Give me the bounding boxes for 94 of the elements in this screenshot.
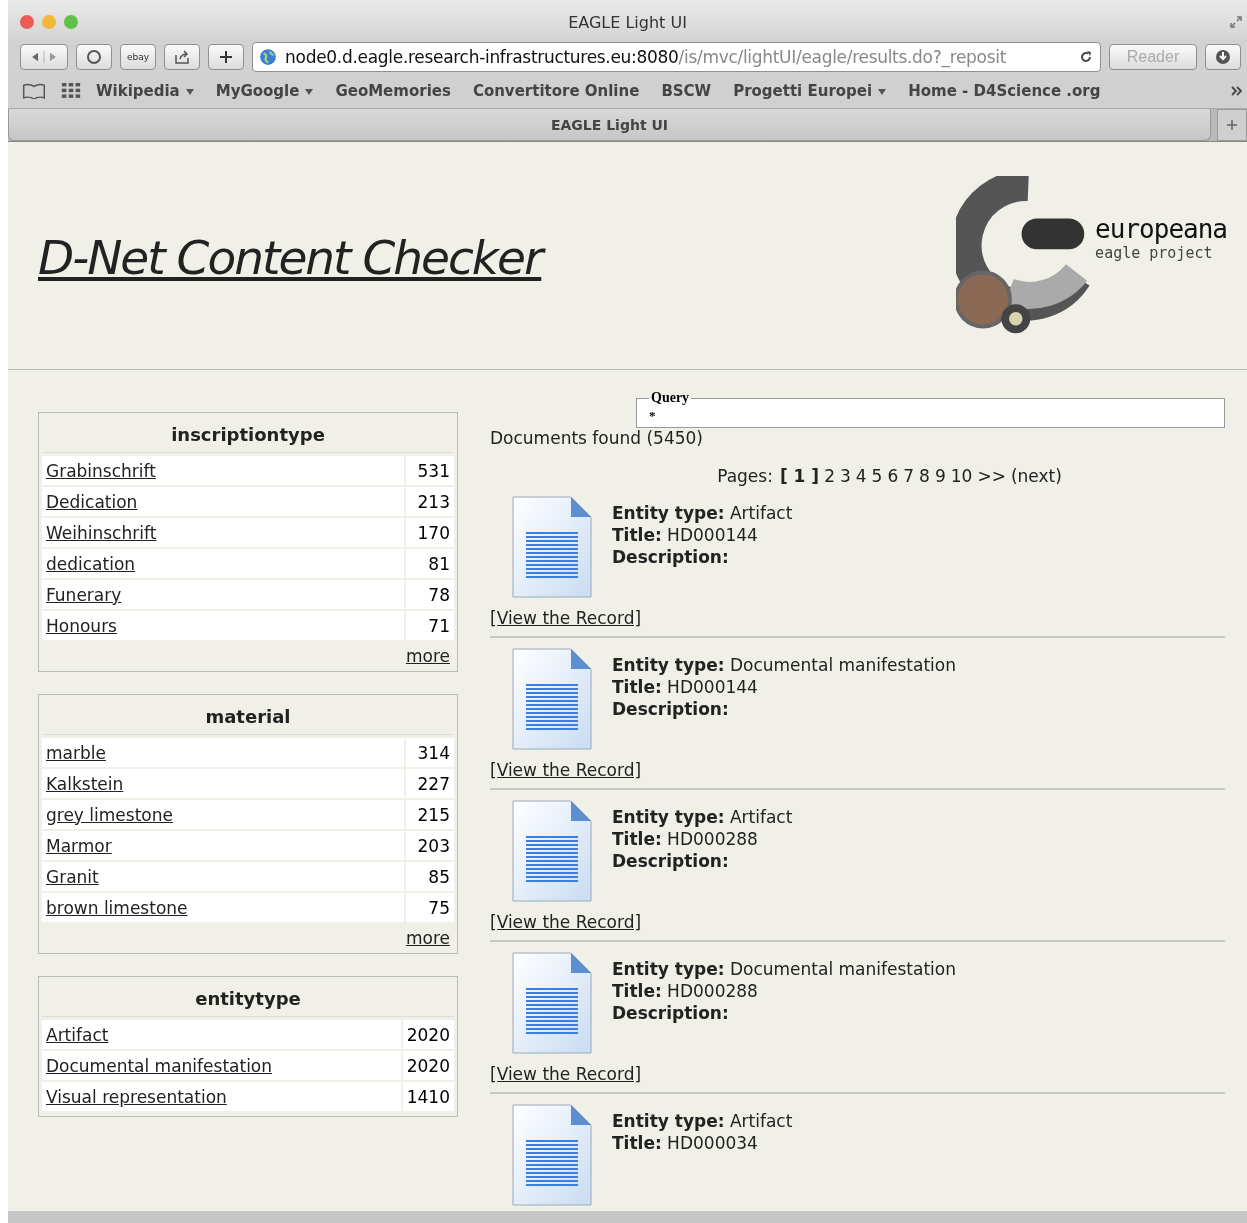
record-field: Entity type: Documental manifestation	[612, 958, 956, 980]
page-link[interactable]: 5	[871, 466, 883, 486]
record-field: Description:	[612, 1002, 956, 1024]
record-field: Entity type: Artifact	[612, 502, 793, 524]
page-link[interactable]: 7	[903, 466, 915, 486]
address-bar[interactable]: node0.d.eagle.research-infrastructures.eu:8080/is/mvc/lightUI/eagle/results.do?_reposit	[252, 42, 1101, 72]
logo-subtitle: eagle project	[1095, 243, 1213, 262]
page-link[interactable]: 8	[919, 466, 930, 486]
bookmark-item[interactable]: Convertitore Online	[472, 82, 640, 100]
view-record-link[interactable]: [View the Record]	[490, 760, 642, 780]
view-record-link[interactable]: [View the Record]	[490, 912, 642, 932]
book-icon[interactable]	[22, 83, 46, 99]
logo-name: europeana	[1095, 213, 1227, 244]
globe-icon	[259, 48, 278, 66]
page-link[interactable]: 9	[934, 466, 946, 486]
new-tab-button[interactable]	[1217, 109, 1247, 141]
facet-link[interactable]: marble	[46, 742, 106, 763]
facet-title: inscriptiontype	[42, 416, 454, 453]
bookmark-item[interactable]: Home - D4Science .org	[908, 82, 1101, 100]
document-icon	[512, 496, 592, 598]
share-button[interactable]	[164, 44, 201, 70]
record-field: Title: HD000034	[612, 1132, 793, 1154]
view-record-link[interactable]: [View the Record]	[490, 1064, 642, 1084]
facet-link[interactable]: Weihinschrift	[46, 522, 157, 543]
ebay-bookmark-button[interactable]: ebay	[120, 44, 157, 70]
record-field: Entity type: Artifact	[612, 1110, 793, 1132]
table-cell: 1410	[401, 1081, 454, 1112]
bookmark-item[interactable]: GeoMemories	[335, 82, 451, 100]
facet-link[interactable]: Funerary	[46, 584, 122, 605]
forward-link[interactable]: >>	[977, 466, 1006, 486]
record-field: Description:	[612, 850, 793, 872]
close-window-button[interactable]	[20, 15, 34, 29]
document-icon	[512, 648, 592, 750]
document-icon	[512, 800, 592, 902]
page-link[interactable]: 6	[887, 466, 899, 486]
download-icon	[1215, 49, 1231, 65]
plus-icon	[218, 49, 235, 65]
more-link[interactable]: more	[405, 928, 450, 948]
documents-found-text: Documents found (5450)	[490, 428, 704, 448]
record-field: Entity type: Artifact	[612, 806, 793, 828]
facet-link[interactable]: Documental manifestation	[46, 1055, 273, 1076]
facet-link[interactable]: dedication	[46, 553, 136, 574]
add-button[interactable]	[208, 44, 245, 70]
plus-icon	[1227, 120, 1237, 130]
table-cell: 2020	[401, 1020, 454, 1050]
fullscreen-icon[interactable]	[1229, 15, 1243, 29]
page-link[interactable]: 3	[839, 466, 851, 486]
facet-link[interactable]: Kalkstein	[46, 773, 124, 794]
facet-link[interactable]: Dedication	[46, 491, 138, 512]
bookmark-item[interactable]: Progetti Europei	[733, 82, 887, 100]
downloads-button[interactable]	[1205, 44, 1241, 70]
query-value: *	[649, 408, 656, 423]
record-field: Title: HD000144	[612, 676, 956, 698]
reload-icon[interactable]	[1078, 49, 1094, 65]
facet-link[interactable]: Granit	[46, 866, 99, 887]
view-record-link[interactable]: [View the Record]	[490, 608, 642, 628]
window-title: EAGLE Light UI	[568, 12, 687, 32]
document-icon	[512, 1104, 592, 1206]
facet-link[interactable]: Artifact	[46, 1024, 109, 1045]
record-field: Description:	[612, 546, 793, 568]
record-field: Title: HD000288	[612, 828, 793, 850]
amazon-bookmark-button[interactable]	[76, 44, 112, 70]
page-link[interactable]: 10	[950, 466, 973, 486]
facet-link[interactable]: Grabinschrift	[46, 460, 156, 481]
page-link[interactable]: 2	[824, 466, 835, 486]
facet-link[interactable]: Visual representation	[46, 1086, 227, 1107]
double-chevron-icon[interactable]	[1231, 85, 1243, 97]
more-link[interactable]: more	[405, 646, 450, 666]
record-field: Title: HD000144	[612, 524, 793, 546]
facet-link[interactable]: brown limestone	[46, 897, 188, 918]
browser-tab[interactable]: EAGLE Light UI	[8, 109, 1211, 141]
pages-label: Pages:	[717, 466, 773, 486]
query-legend: Query	[649, 390, 692, 406]
grid-icon[interactable]	[60, 83, 82, 99]
table-cell: 2020	[401, 1050, 454, 1081]
facet-link[interactable]: grey limestone	[46, 804, 173, 825]
next-link[interactable]: (next)	[1010, 466, 1062, 486]
record-field: Description:	[612, 698, 956, 720]
bookmark-item[interactable]: BSCW	[661, 82, 712, 100]
facet-title: material	[42, 698, 454, 735]
facet-link[interactable]: Marmor	[46, 835, 112, 856]
page-link[interactable]: 4	[855, 466, 867, 486]
facet-title: entitytype	[42, 980, 454, 1017]
record-field: Title: HD000288	[612, 980, 956, 1002]
bookmark-item[interactable]: MyGoogle	[215, 82, 314, 100]
table-cell: 314	[405, 738, 454, 768]
back-forward-button[interactable]	[20, 44, 68, 70]
document-icon	[512, 952, 592, 1054]
bookmark-item[interactable]: Wikipedia	[96, 82, 194, 100]
record-field: Entity type: Documental manifestation	[612, 654, 956, 676]
facet-link[interactable]: Honours	[46, 615, 117, 636]
current-page: [ 1 ]	[779, 466, 820, 486]
table-cell: 531	[405, 456, 454, 486]
share-icon	[174, 49, 191, 65]
